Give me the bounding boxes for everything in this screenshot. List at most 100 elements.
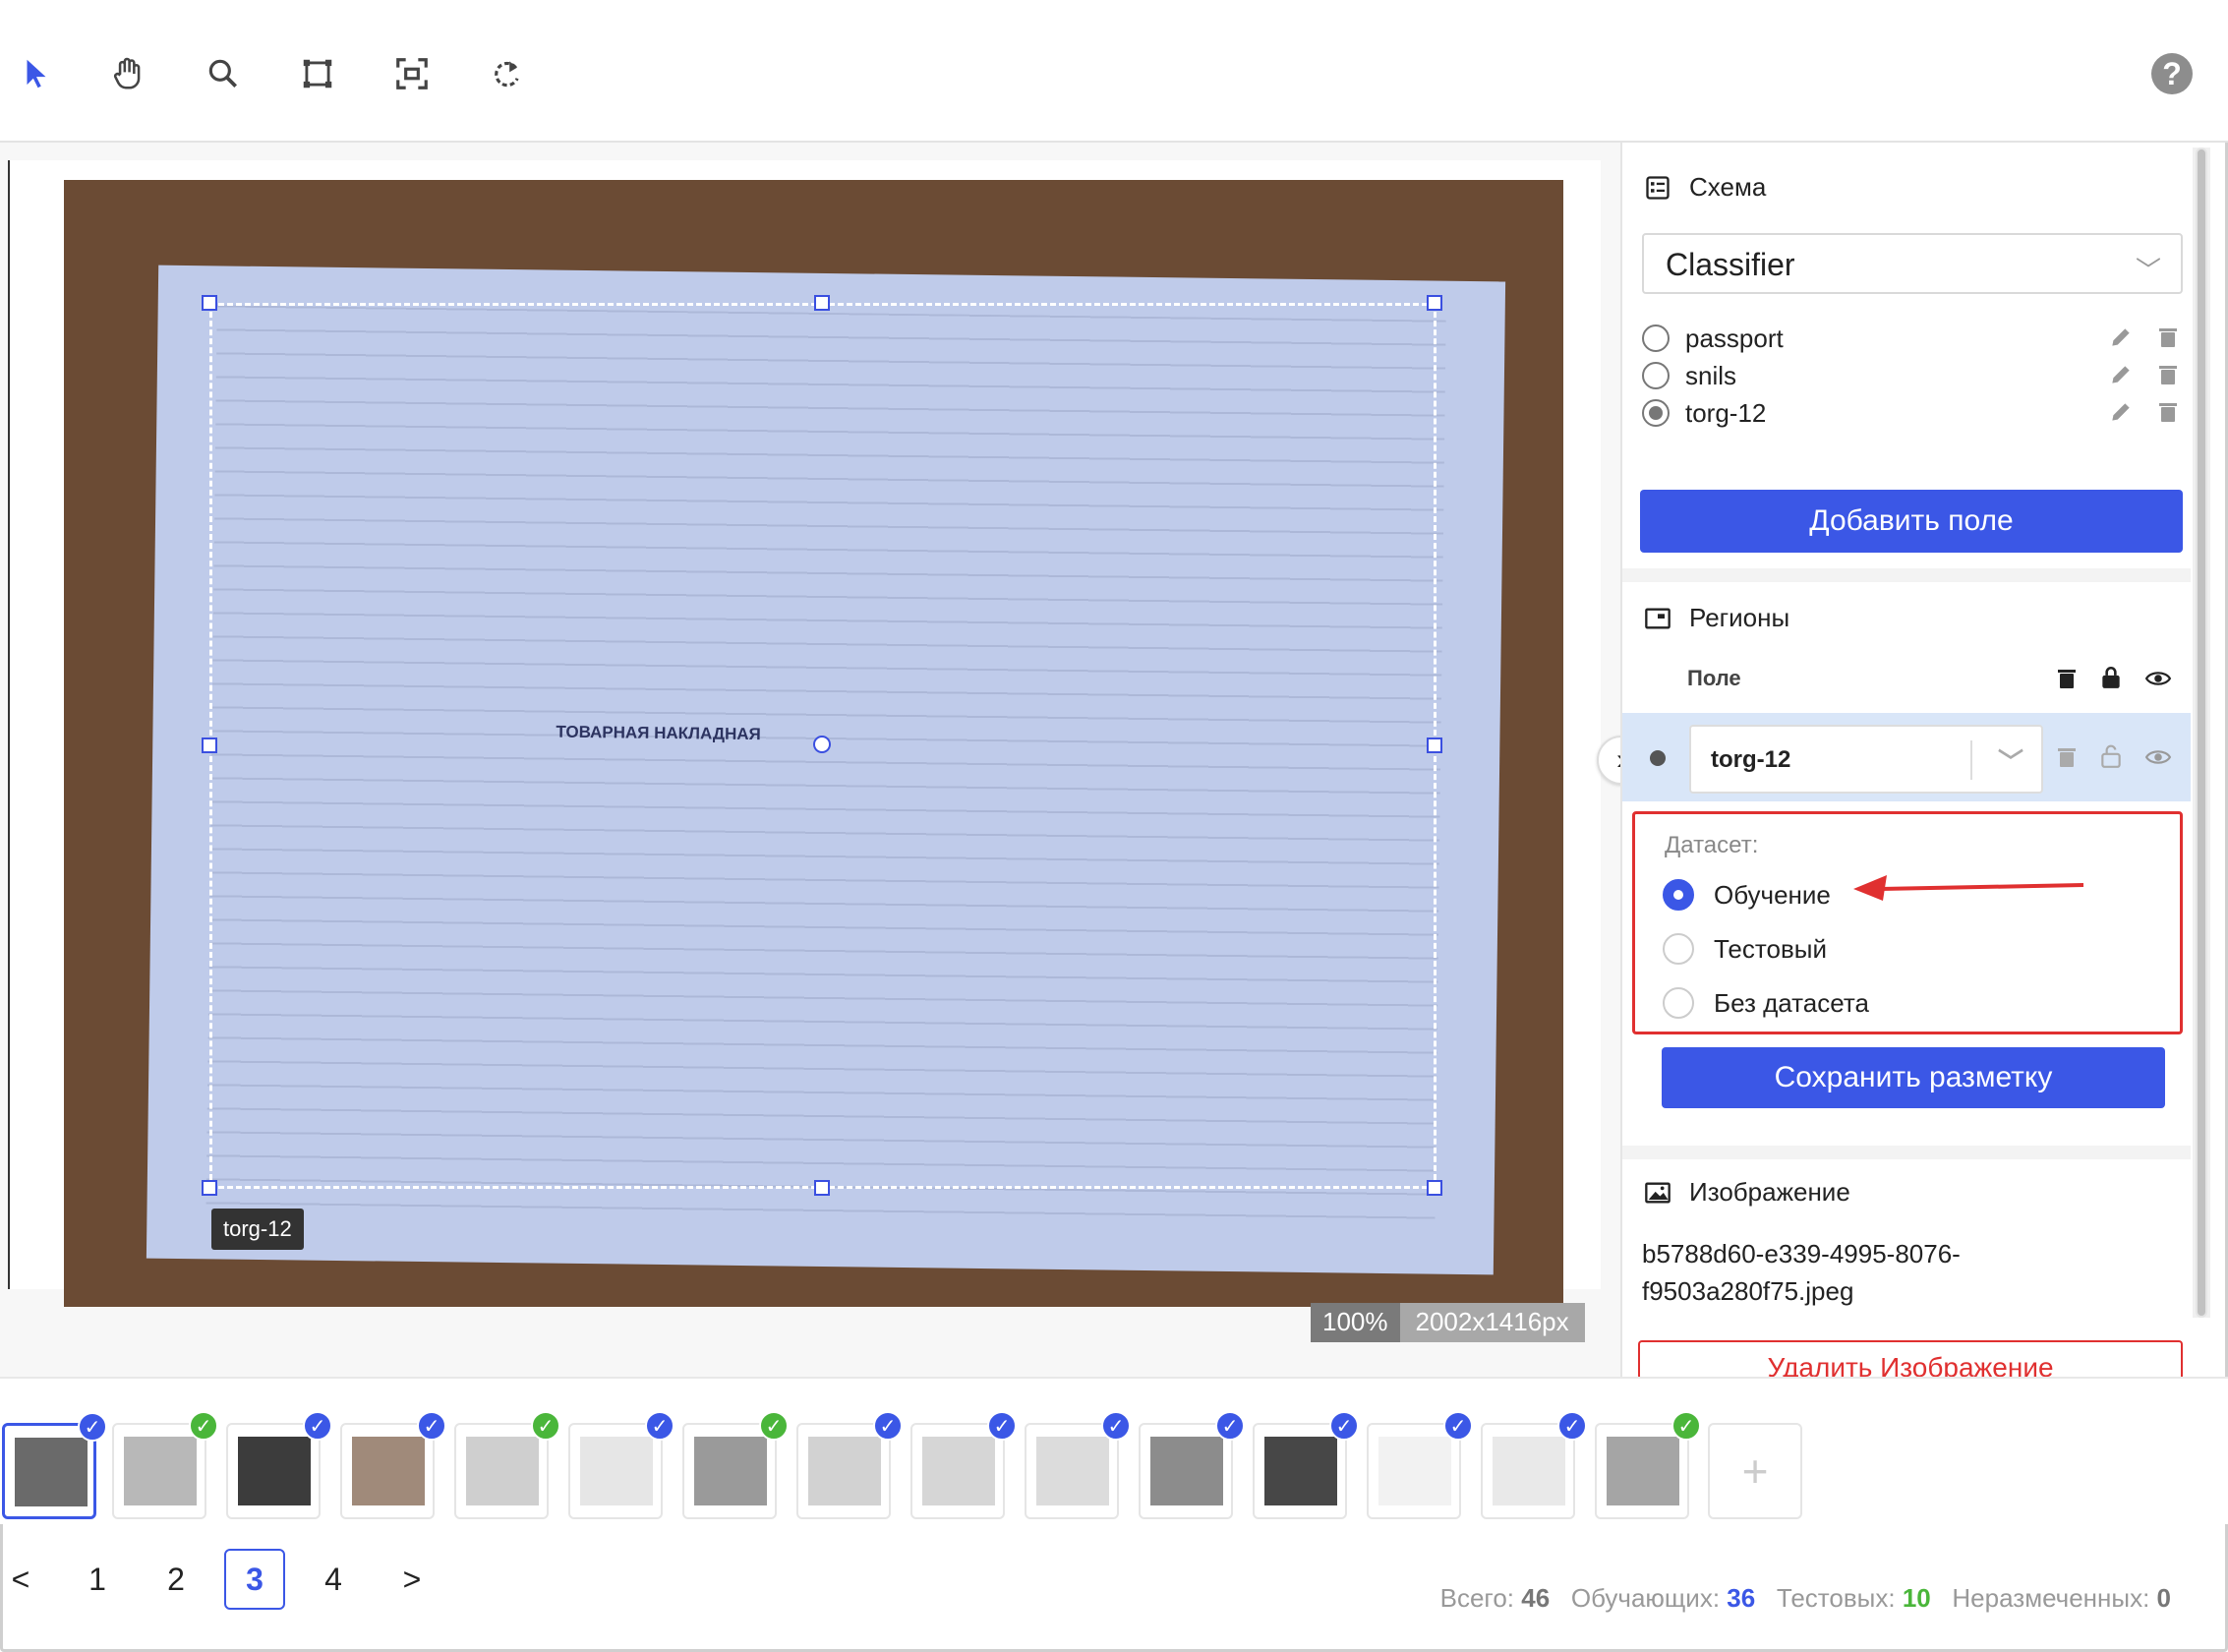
- rotate-icon[interactable]: [482, 49, 531, 98]
- dataset-box: Датасет: Обучение Тестовый Без датасета: [1632, 811, 2183, 1034]
- thumbnail[interactable]: ✓: [796, 1411, 903, 1519]
- thumbnail[interactable]: ✓: [1253, 1411, 1359, 1519]
- check-icon: ✓: [531, 1411, 560, 1441]
- select-tool-icon[interactable]: [12, 49, 61, 98]
- thumbnail[interactable]: ✓: [454, 1411, 560, 1519]
- schema-field-passport[interactable]: passport: [1642, 319, 2183, 358]
- trash-icon[interactable]: [2153, 397, 2183, 427]
- image-dimensions: 2002x1416px: [1399, 1303, 1585, 1342]
- trash-icon[interactable]: [2153, 360, 2183, 389]
- bbox-handle-bottom-right[interactable]: [1427, 1180, 1442, 1196]
- zoom-tool-icon[interactable]: [199, 49, 248, 98]
- trash-icon[interactable]: [2153, 323, 2183, 352]
- check-icon: ✓: [759, 1411, 789, 1441]
- dataset-radio[interactable]: [1663, 987, 1694, 1019]
- dataset-option-train[interactable]: Обучение: [1663, 879, 1831, 911]
- field-label: snils: [1685, 360, 1737, 390]
- thumbnail[interactable]: ✓: [226, 1411, 332, 1519]
- bbox-handle-bottom[interactable]: [814, 1180, 830, 1196]
- field-radio[interactable]: [1642, 362, 1670, 389]
- dataset-radio[interactable]: [1663, 933, 1694, 965]
- dataset-radio[interactable]: [1663, 879, 1694, 911]
- regions-icon: [1645, 608, 1671, 628]
- check-icon: ✓: [987, 1411, 1017, 1441]
- save-markup-button[interactable]: Сохранить разметку: [1662, 1047, 2165, 1108]
- zoom-info: 100% 2002x1416px: [1311, 1303, 1585, 1342]
- schema-icon: [1646, 175, 1670, 200]
- region-row[interactable]: torg-12 ﹀: [1622, 713, 2191, 801]
- add-field-button[interactable]: Добавить поле: [1640, 490, 2183, 553]
- thumbnail[interactable]: ✓: [910, 1411, 1017, 1519]
- page-3[interactable]: 3: [224, 1549, 285, 1610]
- field-radio[interactable]: [1642, 399, 1670, 427]
- fit-to-screen-icon[interactable]: [387, 49, 437, 98]
- thumbnail[interactable]: ✓: [2, 1412, 107, 1519]
- pan-tool-icon[interactable]: [103, 49, 152, 98]
- bbox-tool-icon[interactable]: [293, 49, 342, 98]
- unlock-icon[interactable]: [2098, 742, 2124, 770]
- thumbnail-strip: ✓ ✓ ✓ ✓ ✓ ✓ ✓ ✓ ✓ ✓ ✓ ✓ ✓ ✓ ✓ +: [0, 1377, 2228, 1524]
- dataset-option-test[interactable]: Тестовый: [1663, 933, 1827, 965]
- help-icon[interactable]: ?: [2151, 53, 2193, 94]
- image-canvas[interactable]: ТОВАРНАЯ НАКЛАДНАЯ torg-12 100% 2002x141…: [0, 143, 1620, 1377]
- stat-test: 10: [1902, 1583, 1931, 1613]
- bbox-handle-top-left[interactable]: [202, 295, 217, 311]
- field-label: torg-12: [1685, 397, 1767, 428]
- field-radio[interactable]: [1642, 324, 1670, 352]
- stat-test-label: Тестовых:: [1776, 1583, 1896, 1613]
- thumbnail[interactable]: ✓: [1139, 1411, 1245, 1519]
- add-image-button[interactable]: +: [1708, 1423, 1802, 1519]
- thumbnail[interactable]: ✓: [1595, 1411, 1701, 1519]
- dataset-option-none[interactable]: Без датасета: [1663, 987, 1869, 1019]
- bbox-handle-top-right[interactable]: [1427, 295, 1442, 311]
- bbox-handle-right[interactable]: [1427, 738, 1442, 753]
- page-2[interactable]: 2: [146, 1549, 206, 1610]
- page-4[interactable]: 4: [303, 1549, 364, 1610]
- region-color-dot: [1650, 750, 1666, 766]
- region-label: torg-12: [211, 1209, 304, 1250]
- thumbnail[interactable]: ✓: [340, 1411, 446, 1519]
- prev-page-button[interactable]: <: [0, 1549, 51, 1610]
- trash-all-icon[interactable]: [2055, 666, 2079, 691]
- bbox-handle-top[interactable]: [814, 295, 830, 311]
- region-field-value: torg-12: [1711, 746, 1791, 773]
- region-field-select[interactable]: torg-12 ﹀: [1689, 725, 2043, 794]
- thumbnail[interactable]: ✓: [112, 1411, 218, 1519]
- trash-icon[interactable]: [2055, 744, 2079, 770]
- check-icon: ✓: [645, 1411, 674, 1441]
- check-icon: ✓: [1329, 1411, 1359, 1441]
- dataset-label: Датасет:: [1665, 832, 1759, 858]
- thumbnail[interactable]: ✓: [1025, 1411, 1131, 1519]
- visibility-all-icon[interactable]: [2143, 666, 2173, 691]
- stat-unlabeled-label: Неразмеченных:: [1952, 1583, 2150, 1613]
- check-icon: ✓: [1557, 1411, 1587, 1441]
- schema-field-snils[interactable]: snils: [1642, 356, 2183, 395]
- next-page-button[interactable]: >: [381, 1549, 442, 1610]
- edit-icon[interactable]: [2106, 323, 2136, 352]
- regions-header: Регионы: [1644, 603, 1789, 633]
- edit-icon[interactable]: [2106, 360, 2136, 389]
- page-1[interactable]: 1: [67, 1549, 128, 1610]
- dataset-option-label: Без датасета: [1714, 987, 1869, 1018]
- panel-scrollbar[interactable]: [2193, 148, 2210, 1318]
- bbox-handle-left[interactable]: [202, 738, 217, 753]
- image-filename-line1: b5788d60-e339-4995-8076-: [1642, 1239, 1961, 1268]
- thumbnail[interactable]: ✓: [1367, 1411, 1473, 1519]
- field-label: passport: [1685, 323, 1784, 353]
- thumbnail[interactable]: ✓: [682, 1411, 789, 1519]
- column-field-label: Поле: [1687, 666, 1741, 690]
- thumbnail[interactable]: ✓: [1481, 1411, 1587, 1519]
- schema-field-torg-12[interactable]: torg-12: [1642, 393, 2183, 433]
- delete-image-button[interactable]: Удалить Изображение: [1638, 1340, 2183, 1377]
- thumbnail[interactable]: ✓: [568, 1411, 674, 1519]
- check-icon: ✓: [78, 1412, 107, 1442]
- lock-all-icon[interactable]: [2098, 664, 2124, 691]
- plus-icon: +: [1741, 1446, 1769, 1497]
- schema-select[interactable]: Classifier ﹀: [1642, 233, 2183, 294]
- bbox-handle-center[interactable]: [813, 736, 831, 753]
- visibility-icon[interactable]: [2143, 744, 2173, 770]
- dataset-option-label: Обучение: [1714, 879, 1831, 910]
- bbox-handle-bottom-left[interactable]: [202, 1180, 217, 1196]
- stat-train-label: Обучающих:: [1570, 1583, 1721, 1613]
- edit-icon[interactable]: [2106, 397, 2136, 427]
